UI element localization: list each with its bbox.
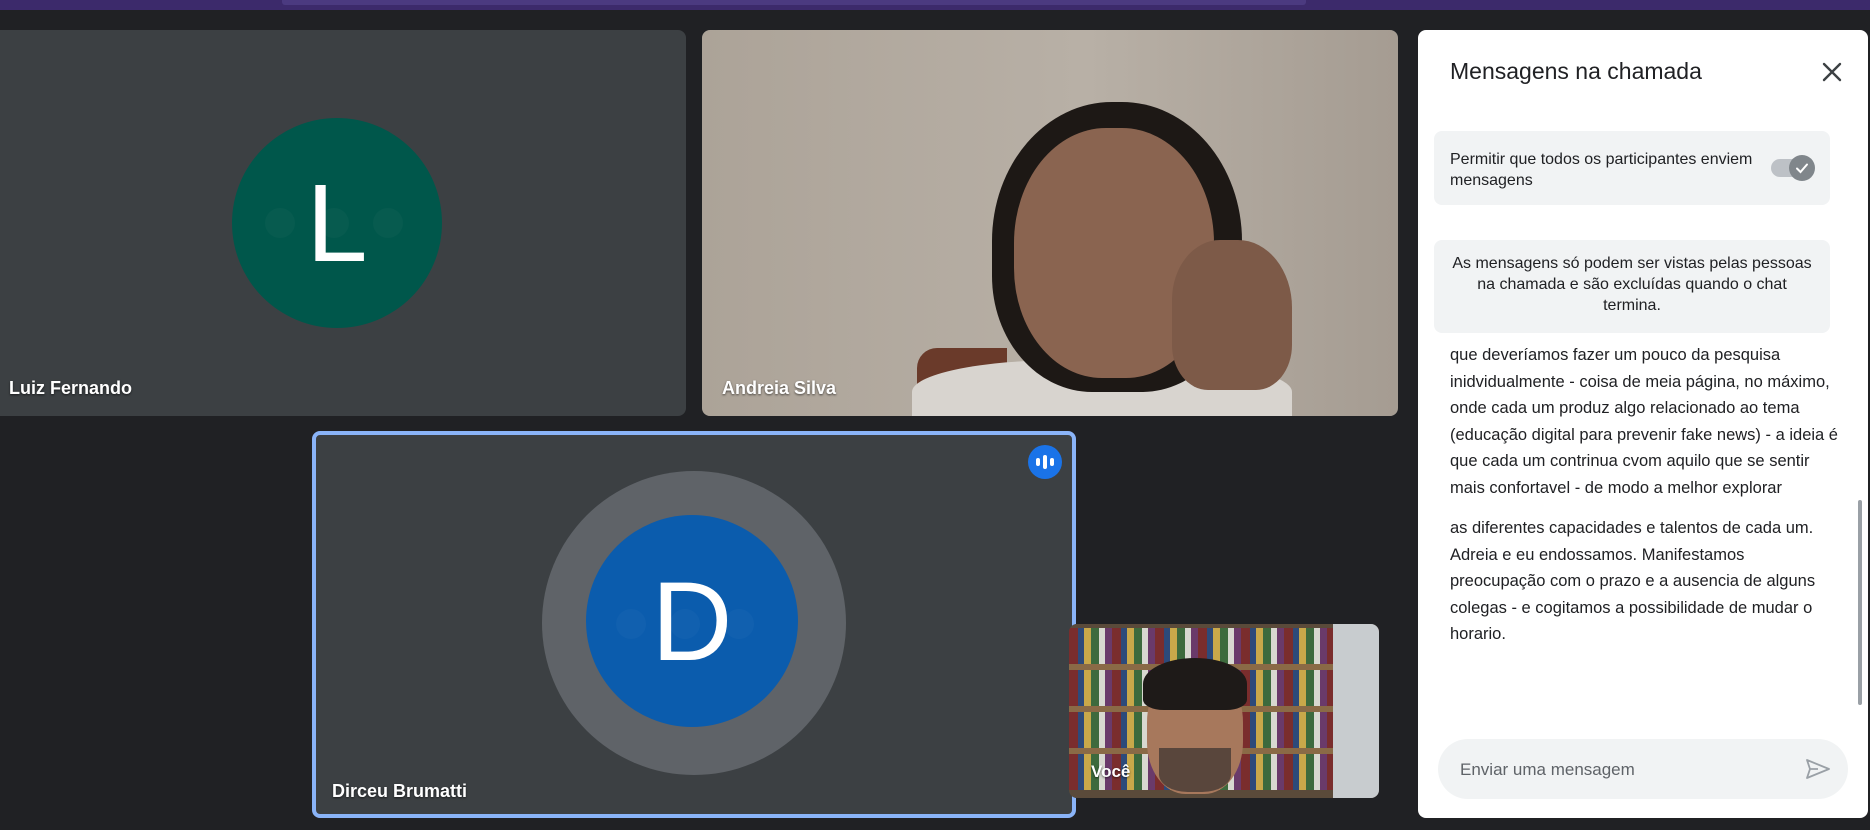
self-view-tile[interactable]: Você	[1069, 624, 1379, 798]
participant-name: Dirceu Brumatti	[332, 781, 468, 801]
remove-icon	[724, 609, 754, 639]
allow-messages-label: Permitir que todos os participantes envi…	[1450, 151, 1753, 189]
chat-panel-title: Mensagens na chamada	[1450, 58, 1702, 84]
message-list[interactable]: que deveríamos fazer um pouco da pesquis…	[1450, 342, 1840, 722]
participant-name: Andreia Silva	[722, 378, 837, 398]
speaking-indicator-icon	[1028, 445, 1062, 479]
chat-panel: Mensagens na chamada Permitir que todos …	[1418, 30, 1868, 818]
participant-tile-dirceu[interactable]: D Dirceu Brumatti	[312, 431, 1076, 818]
allow-messages-setting: Permitir que todos os participantes envi…	[1434, 131, 1830, 205]
allow-messages-toggle[interactable]	[1771, 155, 1815, 181]
chat-notice-text: As mensagens só podem ser vistas pelas p…	[1452, 255, 1812, 314]
participant-name: Luiz Fernando	[9, 378, 132, 398]
pin-icon	[265, 208, 295, 238]
participant-name: Você	[1091, 762, 1131, 781]
check-icon	[1796, 163, 1808, 174]
message-text: que deveríamos fazer um pouco da pesquis…	[1450, 346, 1838, 497]
remove-icon	[373, 208, 403, 238]
chat-notice: As mensagens só podem ser vistas pelas p…	[1434, 240, 1830, 333]
tile-hover-controls	[616, 609, 754, 639]
tile-hover-controls	[265, 208, 403, 238]
close-button[interactable]	[1814, 54, 1850, 90]
pin-icon	[616, 609, 646, 639]
close-icon	[1822, 62, 1842, 82]
participant-tile-andreia[interactable]: Andreia Silva	[702, 30, 1398, 416]
mic-icon	[319, 208, 349, 238]
send-button[interactable]	[1800, 751, 1836, 787]
toggle-knob	[1789, 155, 1815, 181]
top-bar	[0, 0, 1870, 10]
message-compose	[1438, 739, 1848, 801]
participant-tile-luiz[interactable]: L Luiz Fernando	[0, 30, 686, 416]
mic-icon	[670, 609, 700, 639]
message-list-scrollbar[interactable]	[1858, 500, 1862, 705]
send-icon	[1806, 759, 1830, 779]
top-bar-tab	[282, 0, 1306, 5]
message-text: as diferentes capacidades e talentos de …	[1450, 519, 1816, 643]
message-input[interactable]	[1458, 739, 1792, 801]
